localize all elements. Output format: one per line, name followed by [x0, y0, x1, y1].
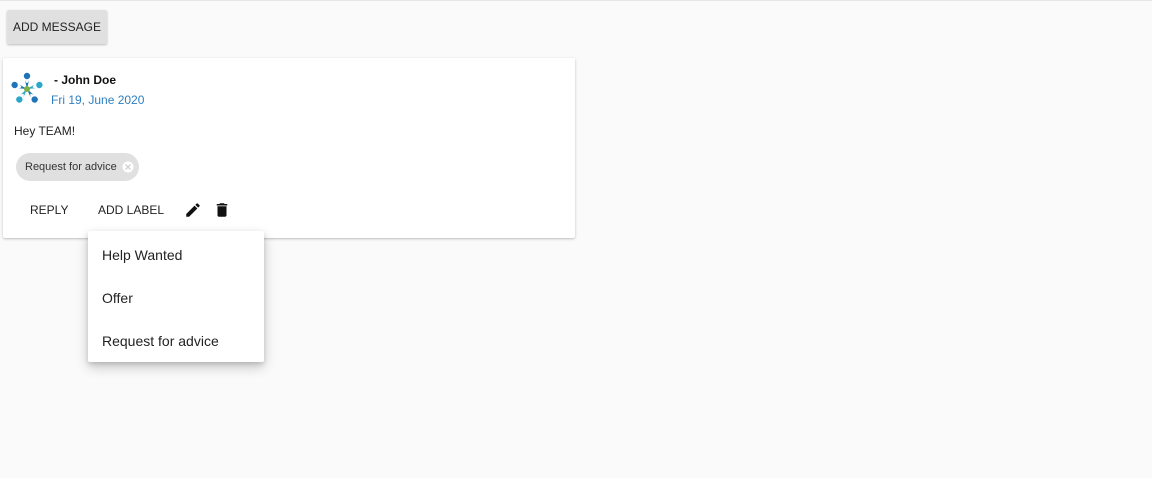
team-logo-icon: [9, 71, 45, 107]
add-label-button[interactable]: ADD LABEL: [98, 198, 164, 222]
message-card: - John Doe Fri 19, June 2020 Hey TEAM! R…: [3, 58, 575, 238]
pencil-icon[interactable]: [182, 199, 204, 221]
add-message-button[interactable]: ADD MESSAGE: [7, 10, 107, 44]
chip-remove-icon[interactable]: [121, 160, 135, 174]
message-date: Fri 19, June 2020: [51, 93, 145, 107]
label-menu: Help Wanted Offer Request for advice: [88, 231, 264, 362]
message-author: - John Doe: [54, 73, 116, 87]
label-chip: Request for advice: [16, 153, 139, 181]
label-chip-text: Request for advice: [25, 161, 117, 173]
reply-button[interactable]: REPLY: [30, 198, 68, 222]
menu-item-help-wanted[interactable]: Help Wanted: [88, 233, 264, 276]
trash-icon[interactable]: [211, 199, 233, 221]
message-text: Hey TEAM!: [14, 124, 76, 138]
menu-item-request-for-advice[interactable]: Request for advice: [88, 319, 264, 362]
menu-item-offer[interactable]: Offer: [88, 276, 264, 319]
